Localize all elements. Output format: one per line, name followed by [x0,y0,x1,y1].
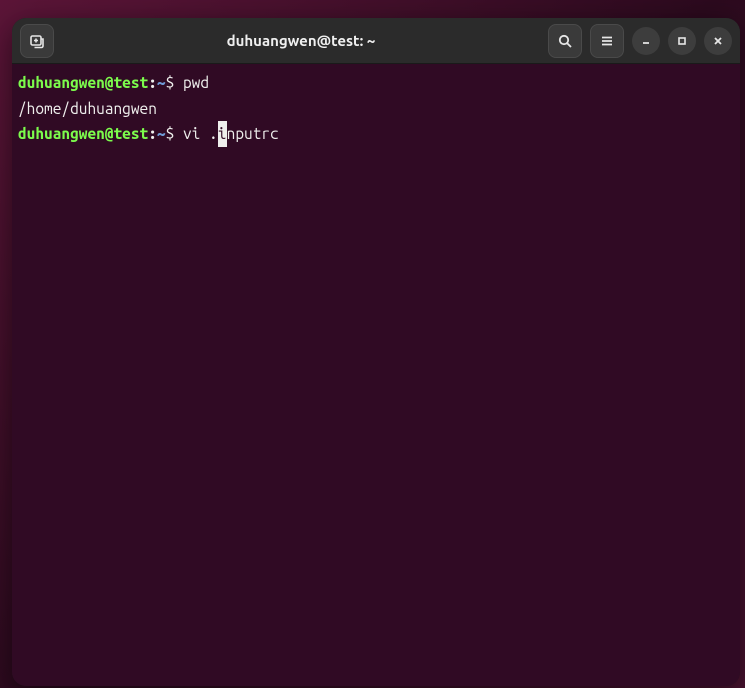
terminal-window: duhuangwen@test: ~ [12,18,740,686]
output-line: /home/duhuangwen [18,100,157,117]
new-tab-button[interactable] [20,24,54,58]
titlebar-left [20,24,54,58]
prompt-dollar: $ [166,125,175,142]
close-button[interactable] [704,27,732,55]
close-icon [712,35,724,47]
maximize-button[interactable] [668,27,696,55]
search-button[interactable] [548,24,582,58]
maximize-icon [676,35,688,47]
terminal-body[interactable]: duhuangwen@test:~$ pwd /home/duhuangwen … [12,64,740,686]
prompt-path: ~ [157,125,166,142]
command-after-cursor: nputrc [227,125,279,142]
titlebar-right [548,24,732,58]
prompt-user: duhuangwen@test [18,125,148,142]
prompt-path: ~ [157,74,166,91]
minimize-button[interactable] [632,27,660,55]
terminal-cursor: i [218,121,227,147]
command-before-cursor: vi . [183,125,218,142]
new-tab-icon [29,33,45,49]
prompt-colon: : [148,125,157,142]
minimize-icon [640,35,652,47]
command-text: pwd [183,74,209,91]
menu-button[interactable] [590,24,624,58]
search-icon [557,33,573,49]
prompt-colon: : [148,74,157,91]
hamburger-icon [599,33,615,49]
titlebar: duhuangwen@test: ~ [12,18,740,64]
prompt-dollar: $ [166,74,175,91]
prompt-user: duhuangwen@test [18,74,148,91]
window-title: duhuangwen@test: ~ [54,32,548,49]
